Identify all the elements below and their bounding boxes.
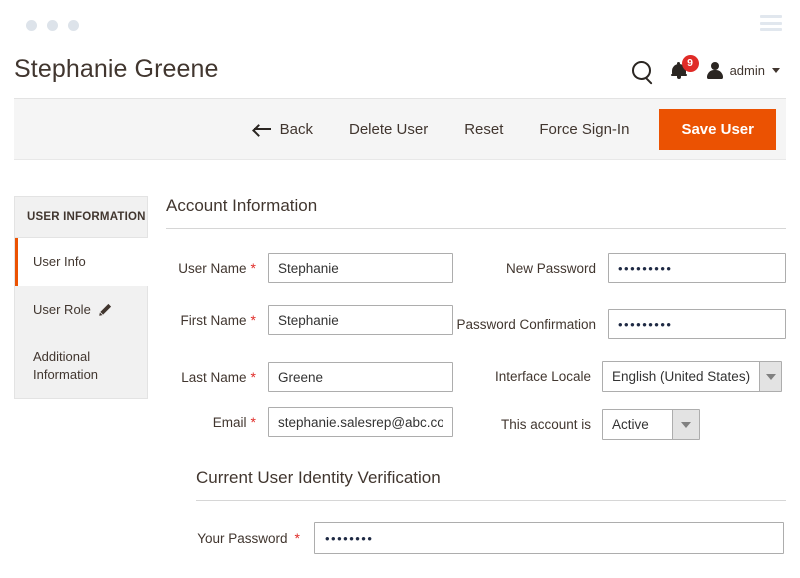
back-button-label: Back (279, 120, 313, 138)
sidebar-item-user-role[interactable]: User Role (15, 286, 147, 334)
email-input[interactable] (268, 407, 453, 437)
field-user-name-label-text: User Name (178, 260, 247, 276)
reset-label: Reset (464, 120, 504, 138)
field-new-password-label-text: New Password (505, 260, 596, 276)
chevron-down-icon (672, 410, 699, 439)
account-status-value: Active (612, 417, 649, 432)
new-password-input[interactable]: ••••••••• (608, 253, 786, 283)
account-information-form: Account Information User Name * First Na… (166, 196, 788, 447)
save-user-button[interactable]: Save User (659, 108, 776, 150)
sidebar-item-user-info[interactable]: User Info (15, 238, 148, 286)
sidebar-item-user-role-label: User Role (33, 301, 91, 317)
notification-count-badge: 9 (681, 54, 699, 72)
field-interface-locale-label-text: Interface Locale (494, 369, 591, 384)
hamburger-bar-1 (760, 15, 782, 18)
field-account-status-label: This account is (456, 417, 591, 432)
interface-locale-value: English (United States) (612, 369, 751, 384)
identity-verification-section: Current User Identity Verification Your … (196, 468, 788, 554)
page-content: USER INFORMATION User Info User Role Add… (0, 196, 800, 578)
field-first-name-label: First Name * (166, 313, 256, 328)
field-first-name: First Name * (166, 305, 453, 335)
page-title: Stephanie Greene (14, 55, 219, 84)
required-asterisk: * (294, 530, 300, 546)
hamburger-bar-2 (760, 21, 782, 25)
field-email-label: Email * (166, 415, 256, 430)
identity-verification-heading: Current User Identity Verification (196, 468, 786, 501)
chevron-down-icon (772, 67, 780, 73)
reset-button[interactable]: Reset (446, 115, 521, 144)
account-menu[interactable]: admin (707, 61, 780, 79)
last-name-input[interactable] (268, 362, 453, 392)
action-toolbar: Back Delete User Reset Force Sign-In Sav… (14, 98, 786, 160)
window-dots (26, 20, 79, 31)
your-password-value: •••••••• (325, 530, 374, 546)
field-your-password-label: Your Password * (196, 531, 314, 546)
account-status-select[interactable]: Active (602, 409, 700, 440)
field-new-password-label: New Password (456, 261, 596, 276)
field-last-name: Last Name * (166, 362, 453, 392)
field-last-name-label-text: Last Name (181, 369, 247, 385)
chevron-down-icon (759, 362, 781, 391)
field-your-password: Your Password * •••••••• (196, 522, 788, 554)
field-password-confirmation-label: Password Confirmation (416, 317, 596, 332)
avatar-shoulders (707, 69, 724, 79)
field-account-status: This account is Active (456, 409, 700, 440)
window-chrome (0, 0, 800, 42)
your-password-input[interactable]: •••••••• (314, 522, 784, 554)
field-new-password: New Password ••••••••• (456, 253, 786, 283)
sidebar-item-additional-information[interactable]: Additional Information (15, 333, 147, 398)
field-account-status-label-text: This account is (500, 417, 591, 432)
account-menu-label: admin (729, 62, 765, 78)
user-name-input[interactable] (268, 253, 453, 283)
required-asterisk: * (250, 312, 256, 328)
field-user-name-label: User Name * (166, 261, 256, 276)
user-information-sidebar: USER INFORMATION User Info User Role Add… (14, 196, 148, 400)
field-interface-locale: Interface Locale English (United States) (456, 361, 782, 392)
window-dot-2[interactable] (47, 20, 58, 31)
pencil-icon (98, 303, 112, 316)
password-confirmation-value: ••••••••• (618, 316, 673, 332)
field-first-name-label-text: First Name (180, 312, 247, 328)
hamburger-menu-icon[interactable] (760, 15, 782, 31)
user-avatar-icon (707, 61, 724, 79)
page-header: Stephanie Greene 9 admin (0, 42, 800, 98)
sidebar-item-user-info-label: User Info (33, 254, 86, 269)
sidebar-item-additional-information-label: Additional Information (33, 349, 99, 382)
hamburger-bar-3 (760, 28, 782, 31)
notifications-button[interactable]: 9 (669, 54, 699, 79)
field-email: Email * (166, 407, 453, 437)
back-button[interactable]: Back (236, 115, 331, 144)
field-your-password-label-text: Your Password (197, 530, 288, 546)
delete-user-label: Delete User (349, 120, 429, 138)
password-confirmation-input[interactable]: ••••••••• (608, 309, 786, 339)
required-asterisk: * (250, 414, 256, 430)
fields-grid: User Name * First Name * Last Name * (166, 247, 788, 447)
window-dot-3[interactable] (68, 20, 79, 31)
search-icon[interactable] (631, 60, 651, 80)
field-last-name-label: Last Name * (166, 370, 256, 385)
required-asterisk: * (250, 369, 256, 385)
bell-clapper (676, 75, 681, 79)
new-password-value: ••••••••• (618, 260, 673, 276)
sidebar-title: USER INFORMATION (15, 197, 147, 238)
field-interface-locale-label: Interface Locale (456, 369, 591, 384)
required-asterisk: * (250, 260, 256, 276)
arrow-left-icon (253, 123, 271, 135)
header-actions: 9 admin (631, 54, 786, 80)
field-user-name: User Name * (166, 253, 453, 283)
field-email-label-text: Email (212, 414, 247, 430)
admin-user-edit-page: Stephanie Greene 9 admin Back Delete Use… (0, 0, 800, 578)
avatar-head (711, 61, 720, 70)
search-glyph (631, 60, 651, 80)
force-signin-label: Force Sign-In (539, 120, 630, 138)
force-signin-button[interactable]: Force Sign-In (521, 115, 647, 144)
interface-locale-select[interactable]: English (United States) (602, 361, 782, 392)
account-information-heading: Account Information (166, 196, 786, 229)
field-password-confirmation: Password Confirmation ••••••••• (416, 309, 786, 339)
window-dot-1[interactable] (26, 20, 37, 31)
delete-user-button[interactable]: Delete User (331, 115, 446, 144)
field-password-confirmation-label-text: Password Confirmation (456, 316, 596, 332)
